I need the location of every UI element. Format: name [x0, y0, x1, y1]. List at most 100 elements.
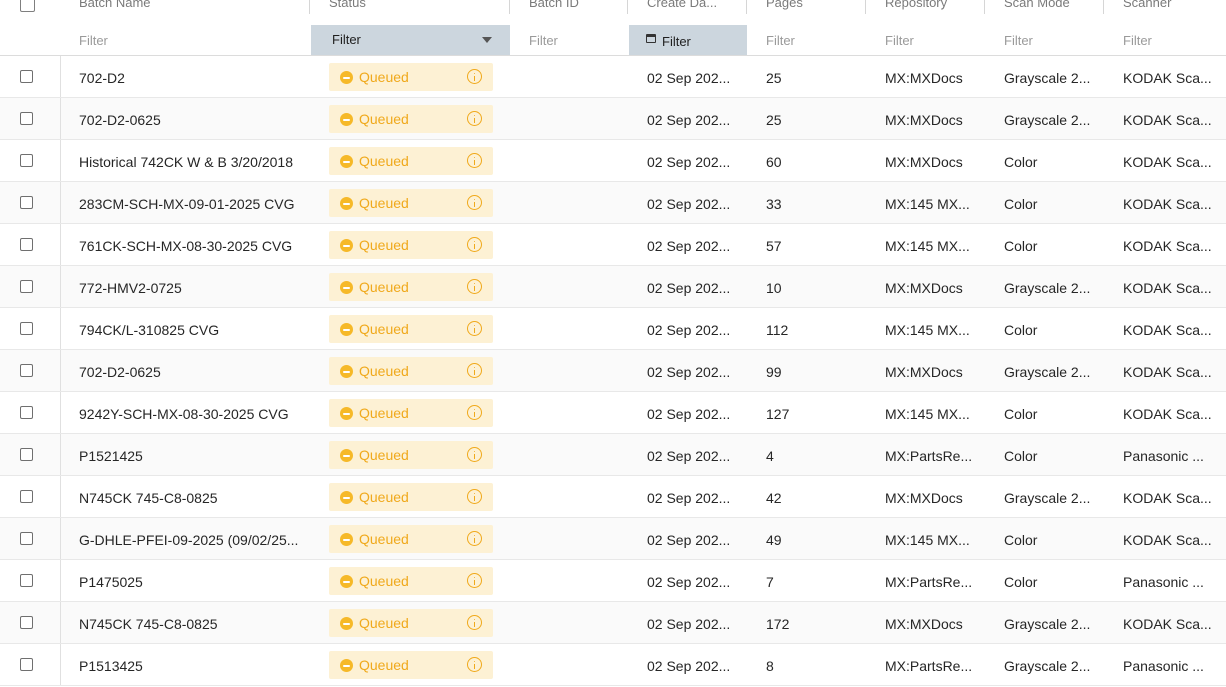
info-icon[interactable] [467, 111, 482, 126]
column-resize-handle[interactable] [865, 0, 866, 14]
batch-id-filter[interactable]: Filter [511, 25, 628, 55]
create-date-filter[interactable]: Filter [629, 25, 747, 55]
table-row[interactable]: Queued P1521425 02 Sep 202... 4 MX:PartsRe..… [0, 434, 1226, 476]
column-resize-handle[interactable] [309, 0, 310, 14]
table-row[interactable]: Queued P1513425 02 Sep 202... 8 MX:PartsRe..… [0, 644, 1226, 686]
scanner-cell: Panasonic ... [1105, 434, 1226, 475]
batch-name-text: 761CK-SCH-MX-08-30-2025 CVG [79, 238, 293, 254]
status-filter-dropdown[interactable]: Filter [311, 25, 510, 55]
table-row[interactable]: Queued 772-HMV2-0725 02 Sep 202... 10 MX:MXD… [0, 266, 1226, 308]
table-row[interactable]: Queued 702-D2-0625 02 Sep 202... 99 MX:MXDoc… [0, 350, 1226, 392]
info-icon[interactable] [467, 69, 482, 84]
table-row[interactable]: Queued 702-D2-0625 02 Sep 202... 25 MX:MXDoc… [0, 98, 1226, 140]
column-resize-handle[interactable] [984, 0, 985, 14]
info-icon[interactable] [467, 531, 482, 546]
info-icon[interactable] [467, 279, 482, 294]
repository-filter[interactable]: Filter [867, 25, 985, 55]
row-checkbox[interactable] [20, 322, 33, 335]
row-select-cell [0, 434, 61, 475]
scan-mode-filter[interactable]: Filter [986, 25, 1104, 55]
filter-placeholder: Filter [79, 33, 108, 48]
row-checkbox[interactable] [20, 658, 33, 671]
table-row[interactable]: Queued N745CK 745-C8-0825 02 Sep 202... 42 M… [0, 476, 1226, 518]
column-resize-handle[interactable] [746, 0, 747, 14]
scan-mode-cell: Color [986, 560, 1104, 601]
table-row[interactable]: Queued P1475025 02 Sep 202... 7 MX:PartsRe..… [0, 560, 1226, 602]
row-checkbox[interactable] [20, 490, 33, 503]
scan-mode-cell: Color [986, 518, 1104, 559]
header-create-date[interactable]: Create Da... [629, 0, 747, 25]
minus-circle-icon [340, 491, 353, 504]
table-row[interactable]: Queued G-DHLE-PFEI-09-2025 (09/02/25... 02… [0, 518, 1226, 560]
scanner-cell: Panasonic ... [1105, 644, 1226, 685]
info-icon[interactable] [467, 321, 482, 336]
info-icon[interactable] [467, 657, 482, 672]
info-icon[interactable] [467, 615, 482, 630]
table-row[interactable]: Queued 283CM-SCH-MX-09-01-2025 CVG 02 Sep … [0, 182, 1226, 224]
scanner-cell: KODAK Sca... [1105, 140, 1226, 181]
info-icon[interactable] [467, 489, 482, 504]
status-cell: Queued [311, 392, 510, 433]
filter-placeholder: Filter [885, 33, 914, 48]
table-row[interactable]: Queued Historical 742CK W & B 3/20/2018 02… [0, 140, 1226, 182]
create-date-text: 02 Sep 202... [647, 406, 731, 422]
pages-filter[interactable]: Filter [748, 25, 866, 55]
table-row[interactable]: Queued 761CK-SCH-MX-08-30-2025 CVG 02 Sep … [0, 224, 1226, 266]
header-scan-mode[interactable]: Scan Mode [986, 0, 1104, 25]
scanner-text: KODAK Sca... [1123, 616, 1212, 632]
header-batch-id[interactable]: Batch ID [511, 0, 628, 25]
row-checkbox[interactable] [20, 112, 33, 125]
batch-name-filter[interactable]: Filter [61, 25, 310, 55]
info-icon[interactable] [467, 237, 482, 252]
info-icon[interactable] [467, 447, 482, 462]
header-repository[interactable]: Repository [867, 0, 985, 25]
header-pages[interactable]: Pages [748, 0, 866, 25]
row-checkbox[interactable] [20, 70, 33, 83]
status-cell: Queued [311, 140, 510, 181]
scanner-filter[interactable]: Filter [1105, 25, 1226, 55]
info-icon[interactable] [467, 363, 482, 378]
batch-name-cell: 702-D2-0625 [61, 350, 310, 391]
table-row[interactable]: Queued 794CK/L-310825 CVG 02 Sep 202... 112… [0, 308, 1226, 350]
header-scanner[interactable]: Scanner [1105, 0, 1226, 25]
info-icon[interactable] [467, 405, 482, 420]
row-checkbox[interactable] [20, 364, 33, 377]
row-checkbox[interactable] [20, 280, 33, 293]
status-label: Queued [359, 531, 409, 547]
info-icon[interactable] [467, 195, 482, 210]
batch-id-cell [511, 182, 628, 223]
minus-circle-icon [340, 533, 353, 546]
repository-text: MX:145 MX... [885, 238, 970, 254]
filter-label: Filter [332, 32, 361, 47]
pages-text: 25 [766, 112, 782, 128]
minus-circle-icon [340, 323, 353, 336]
row-select-cell [0, 224, 61, 265]
repository-cell: MX:MXDocs [867, 476, 985, 517]
row-checkbox[interactable] [20, 574, 33, 587]
status-label: Queued [359, 657, 409, 673]
row-checkbox[interactable] [20, 448, 33, 461]
row-checkbox[interactable] [20, 238, 33, 251]
header-batch-name[interactable]: Batch Name [61, 0, 310, 25]
info-icon[interactable] [467, 573, 482, 588]
row-checkbox[interactable] [20, 196, 33, 209]
scan-mode-text: Color [1004, 238, 1038, 254]
column-resize-handle[interactable] [1103, 0, 1104, 14]
row-checkbox[interactable] [20, 154, 33, 167]
header-label: Scan Mode [1004, 0, 1070, 10]
pages-text: 127 [766, 406, 790, 422]
row-checkbox[interactable] [20, 616, 33, 629]
select-all-checkbox[interactable] [20, 0, 35, 12]
row-checkbox[interactable] [20, 406, 33, 419]
row-select-cell [0, 182, 61, 223]
column-resize-handle[interactable] [627, 0, 628, 14]
scanner-text: KODAK Sca... [1123, 532, 1212, 548]
table-row[interactable]: Queued 702-D2 02 Sep 202... 25 MX:MXDocs Gray… [0, 56, 1226, 98]
status-label: Queued [359, 111, 409, 127]
table-row[interactable]: Queued N745CK 745-C8-0825 02 Sep 202... 172… [0, 602, 1226, 644]
row-checkbox[interactable] [20, 532, 33, 545]
table-row[interactable]: Queued 9242Y-SCH-MX-08-30-2025 CVG 02 Sep … [0, 392, 1226, 434]
info-icon[interactable] [467, 153, 482, 168]
column-resize-handle[interactable] [509, 0, 510, 14]
header-status[interactable]: Status [311, 0, 510, 25]
